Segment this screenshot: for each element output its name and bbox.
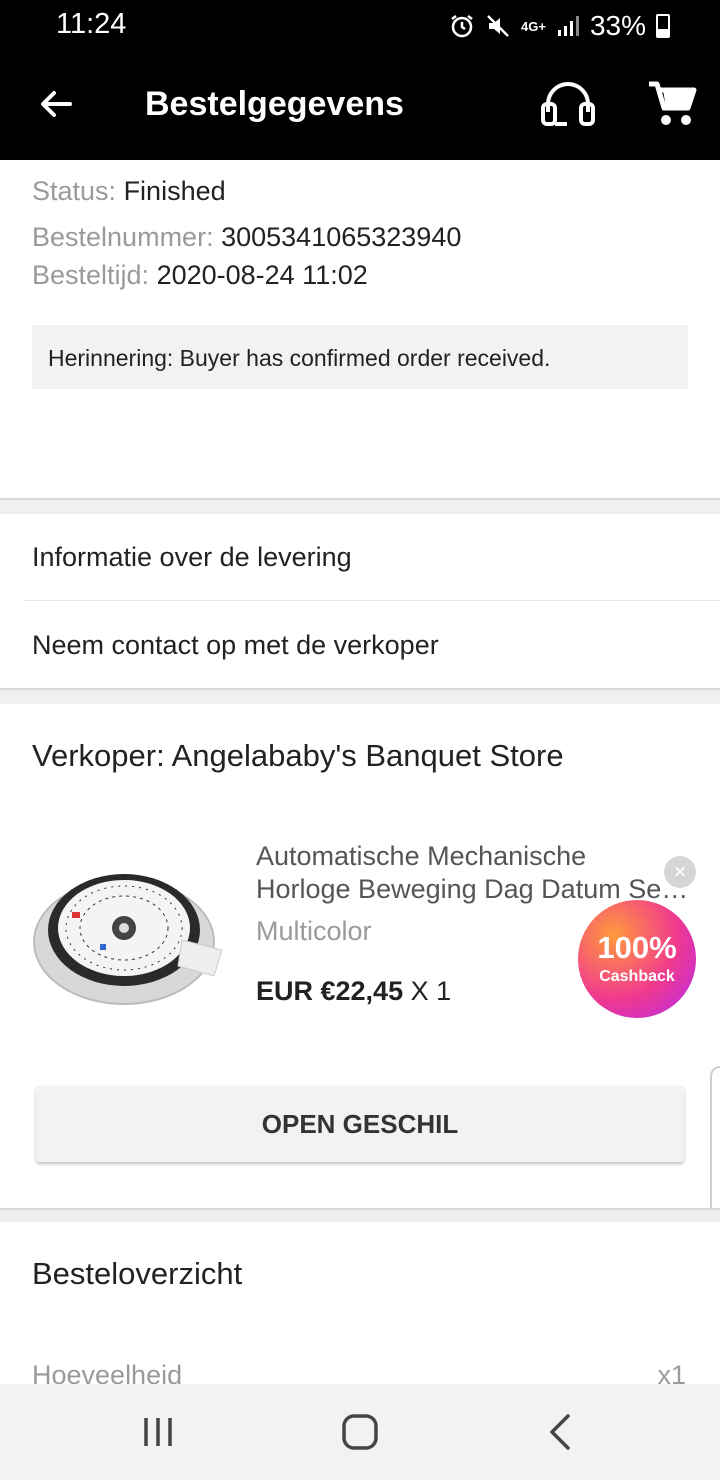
order-number-label: Bestelnummer:	[32, 222, 214, 252]
status-bar: 11:24 4G+ 33%	[0, 0, 720, 52]
separator	[0, 1208, 720, 1222]
home-icon[interactable]	[338, 1410, 382, 1454]
product-price: EUR €22,45	[256, 976, 404, 1006]
network-label: 4G+	[521, 18, 546, 34]
cashback-percent: 100%	[597, 930, 677, 965]
recent-apps-icon[interactable]	[136, 1410, 180, 1454]
product-title-line1: Automatische Mechanische	[256, 841, 587, 871]
summary-title: Besteloverzicht	[32, 1256, 243, 1291]
order-time-row: Besteltijd: 2020-08-24 11:02	[32, 260, 368, 291]
cashback-label: Cashback	[599, 968, 675, 985]
back-arrow-icon[interactable]	[34, 82, 78, 126]
order-number-value: 3005341065323940	[221, 222, 462, 252]
status-time: 11:24	[56, 8, 127, 40]
seller-name[interactable]: Verkoper: Angelababy's Banquet Store	[32, 738, 564, 774]
order-time-value: 2020-08-24 11:02	[156, 260, 368, 290]
seller-section: Verkoper: Angelababy's Banquet Store Aut…	[0, 704, 720, 1208]
product-quantity: X 1	[410, 976, 452, 1006]
delivery-info-link[interactable]: Informatie over de levering	[32, 542, 352, 573]
open-dispute-button[interactable]: OPEN GESCHIL	[36, 1086, 684, 1162]
reminder-box: Herinnering: Buyer has confirmed order r…	[32, 325, 688, 389]
order-status-row: Status: Finished	[32, 176, 226, 207]
product-variant: Multicolor	[256, 916, 372, 946]
order-number-row: Bestelnummer: 3005341065323940	[32, 222, 461, 253]
app-bar: Bestelgegevens	[0, 52, 720, 160]
cashback-badge[interactable]: 100% Cashback	[578, 900, 696, 1018]
separator	[0, 688, 720, 704]
battery-icon	[656, 14, 670, 38]
divider	[24, 600, 720, 601]
product-price-row: EUR €22,45 X 1	[256, 976, 451, 1007]
close-icon[interactable]: ×	[664, 856, 696, 888]
status-icons: 4G+ 33%	[449, 10, 670, 42]
product-title[interactable]: Automatische Mechanische Horloge Bewegin…	[256, 840, 692, 906]
signal-icon	[557, 16, 579, 36]
product-image[interactable]	[32, 860, 232, 1010]
separator	[0, 498, 720, 514]
order-summary-section: Besteloverzicht Hoeveelheid x1	[0, 1222, 720, 1384]
order-info-section: Status: Finished Bestelnummer: 300534106…	[0, 160, 720, 498]
cart-icon[interactable]	[645, 78, 697, 130]
links-section: Informatie over de levering Neem contact…	[0, 514, 720, 688]
mute-icon	[487, 15, 509, 37]
system-nav-bar	[0, 1384, 720, 1480]
battery-percent: 33%	[589, 10, 646, 41]
order-time-label: Besteltijd:	[32, 260, 150, 290]
page-title: Bestelgegevens	[145, 85, 404, 123]
summary-quantity-value: x1	[657, 1360, 686, 1384]
summary-quantity-label: Hoeveelheid	[32, 1360, 183, 1384]
order-status-label: Status:	[32, 176, 117, 206]
back-icon[interactable]	[540, 1410, 584, 1454]
alarm-icon	[451, 15, 473, 38]
order-status-value: Finished	[123, 176, 226, 206]
headset-icon[interactable]	[538, 78, 598, 132]
contact-seller-link[interactable]: Neem contact op met de verkoper	[32, 630, 439, 661]
